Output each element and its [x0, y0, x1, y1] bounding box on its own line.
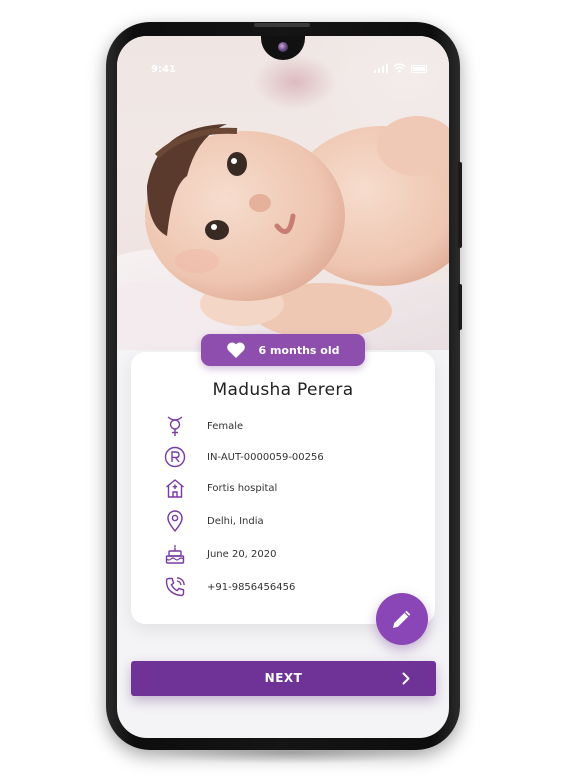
gender-icon	[163, 414, 187, 438]
battery-icon	[411, 65, 427, 73]
wifi-icon	[393, 63, 406, 73]
detail-hospital: Fortis hospital	[163, 476, 277, 500]
baby-illustration	[117, 116, 449, 350]
detail-gender: Female	[163, 414, 243, 438]
detail-location: Delhi, India	[163, 509, 264, 533]
volume-button	[458, 284, 462, 330]
detail-phone: +91-9856456456	[163, 575, 295, 599]
location-pin-icon	[163, 509, 187, 533]
chevron-right-icon	[402, 672, 410, 685]
next-button[interactable]: NEXT	[131, 661, 436, 696]
detail-hospital-text: Fortis hospital	[207, 482, 278, 494]
detail-registration: IN-AUT-0000059-00256	[163, 445, 324, 469]
age-badge: 6 months old	[201, 334, 365, 366]
pencil-icon	[393, 610, 411, 628]
birthday-cake-icon	[163, 542, 187, 566]
child-name: Madusha Perera	[212, 380, 354, 400]
status-icons	[373, 63, 427, 73]
earpiece-speaker	[254, 23, 310, 27]
hospital-icon	[163, 476, 187, 500]
heart-icon	[227, 342, 246, 358]
phone-icon	[163, 575, 187, 599]
detail-phone-text: +91-9856456456	[207, 581, 296, 593]
baby-photo: 9:41	[117, 36, 449, 350]
detail-location-text: Delhi, India	[207, 515, 264, 527]
detail-registration-text: IN-AUT-0000059-00256	[207, 451, 324, 463]
age-badge-label: 6 months old	[258, 343, 340, 357]
signal-icon	[373, 64, 388, 73]
next-button-label: NEXT	[264, 671, 303, 685]
detail-birthday: June 20, 2020	[163, 542, 277, 566]
registration-icon	[163, 445, 187, 469]
power-button	[458, 162, 462, 248]
detail-birthday-text: June 20, 2020	[207, 548, 277, 560]
detail-gender-text: Female	[207, 420, 244, 432]
app-screen: 9:41 6 months old Madusha Perera Female …	[117, 36, 449, 738]
edit-button[interactable]	[376, 593, 428, 645]
status-time: 9:41	[151, 64, 176, 75]
front-camera	[278, 42, 288, 52]
